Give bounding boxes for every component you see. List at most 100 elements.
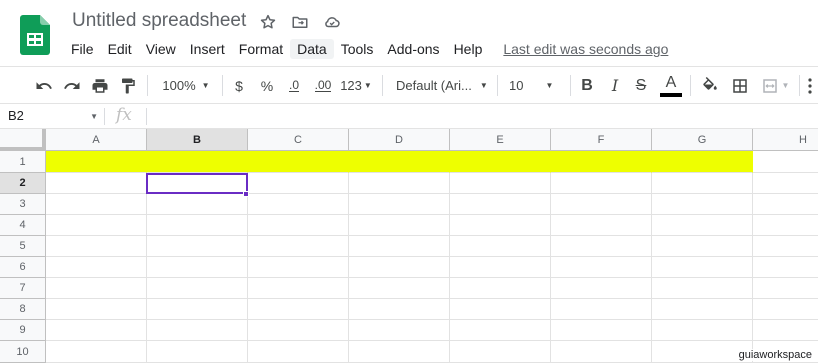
cell-g1[interactable] (652, 151, 753, 173)
zoom-select[interactable]: 100% ▼ (156, 67, 216, 104)
row-header-3[interactable]: 3 (0, 194, 46, 215)
cell-f7[interactable] (551, 278, 652, 299)
cell-f8[interactable] (551, 299, 652, 320)
italic-button[interactable]: I (604, 67, 626, 104)
spreadsheet-grid[interactable]: A B C D E F G H 1 2 3 4 5 6 7 8 9 10 (0, 129, 818, 363)
fill-handle[interactable] (243, 191, 249, 197)
cloud-saved-icon[interactable] (322, 12, 342, 32)
cell-e1[interactable] (450, 151, 551, 173)
cell-e8[interactable] (450, 299, 551, 320)
bold-button[interactable]: B (576, 67, 598, 104)
cell-c2[interactable] (248, 173, 349, 194)
cell-f9[interactable] (551, 320, 652, 341)
font-size-select[interactable]: 10 ▼ (505, 67, 565, 104)
cell-e4[interactable] (450, 215, 551, 236)
redo-icon[interactable] (60, 67, 84, 104)
cell-h8[interactable] (753, 299, 818, 320)
cell-b1[interactable] (147, 151, 248, 173)
percent-format-button[interactable]: % (256, 67, 278, 104)
name-box[interactable]: B2 ▼ (0, 104, 104, 128)
print-icon[interactable] (88, 67, 112, 104)
row-header-1[interactable]: 1 (0, 151, 46, 173)
menu-help[interactable]: Help (447, 39, 490, 59)
column-header-c[interactable]: C (248, 129, 349, 151)
sheets-logo[interactable] (20, 15, 50, 55)
cell-e5[interactable] (450, 236, 551, 257)
menu-edit[interactable]: Edit (101, 39, 139, 59)
cell-f5[interactable] (551, 236, 652, 257)
cell-c7[interactable] (248, 278, 349, 299)
cell-d1[interactable] (349, 151, 450, 173)
cell-b10[interactable] (147, 341, 248, 363)
cell-c5[interactable] (248, 236, 349, 257)
cell-a6[interactable] (46, 257, 147, 278)
menu-tools[interactable]: Tools (334, 39, 381, 59)
column-header-g[interactable]: G (652, 129, 753, 151)
cell-f4[interactable] (551, 215, 652, 236)
row-header-9[interactable]: 9 (0, 320, 46, 341)
cell-h7[interactable] (753, 278, 818, 299)
column-header-e[interactable]: E (450, 129, 551, 151)
menu-add-ons[interactable]: Add-ons (380, 39, 446, 59)
cell-d3[interactable] (349, 194, 450, 215)
cell-g5[interactable] (652, 236, 753, 257)
cell-b2[interactable] (147, 173, 248, 194)
cell-c4[interactable] (248, 215, 349, 236)
cell-d9[interactable] (349, 320, 450, 341)
cell-g2[interactable] (652, 173, 753, 194)
cell-b6[interactable] (147, 257, 248, 278)
move-folder-icon[interactable] (290, 12, 310, 32)
cell-h6[interactable] (753, 257, 818, 278)
increase-decimals-button[interactable]: .00 (310, 67, 336, 104)
menu-view[interactable]: View (139, 39, 183, 59)
cell-h3[interactable] (753, 194, 818, 215)
cell-b4[interactable] (147, 215, 248, 236)
cell-d4[interactable] (349, 215, 450, 236)
cell-e10[interactable] (450, 341, 551, 363)
cell-d2[interactable] (349, 173, 450, 194)
cell-f6[interactable] (551, 257, 652, 278)
cell-b9[interactable] (147, 320, 248, 341)
cell-a5[interactable] (46, 236, 147, 257)
cell-g8[interactable] (652, 299, 753, 320)
column-header-a[interactable]: A (46, 129, 147, 151)
select-all-corner[interactable] (0, 129, 46, 151)
cell-a8[interactable] (46, 299, 147, 320)
cell-e9[interactable] (450, 320, 551, 341)
cell-e3[interactable] (450, 194, 551, 215)
cell-d8[interactable] (349, 299, 450, 320)
borders-icon[interactable] (728, 67, 752, 104)
cell-h9[interactable] (753, 320, 818, 341)
text-color-button[interactable]: A (658, 67, 684, 104)
strikethrough-button[interactable]: S (630, 67, 652, 104)
menu-format[interactable]: Format (232, 39, 290, 59)
row-header-5[interactable]: 5 (0, 236, 46, 257)
cell-a9[interactable] (46, 320, 147, 341)
row-header-4[interactable]: 4 (0, 215, 46, 236)
row-header-8[interactable]: 8 (0, 299, 46, 320)
cell-a3[interactable] (46, 194, 147, 215)
star-icon[interactable] (258, 12, 278, 32)
cell-b3[interactable] (147, 194, 248, 215)
cell-b5[interactable] (147, 236, 248, 257)
cell-d7[interactable] (349, 278, 450, 299)
cell-c10[interactable] (248, 341, 349, 363)
cell-f10[interactable] (551, 341, 652, 363)
row-header-6[interactable]: 6 (0, 257, 46, 278)
cell-a7[interactable] (46, 278, 147, 299)
menu-insert[interactable]: Insert (183, 39, 232, 59)
cell-e7[interactable] (450, 278, 551, 299)
cell-h1[interactable] (753, 151, 818, 173)
currency-format-button[interactable]: $ (228, 67, 250, 104)
row-header-7[interactable]: 7 (0, 278, 46, 299)
column-header-f[interactable]: F (551, 129, 652, 151)
cell-h5[interactable] (753, 236, 818, 257)
last-edit-link[interactable]: Last edit was seconds ago (503, 41, 668, 57)
more-options-icon[interactable] (802, 67, 818, 104)
cell-a2[interactable] (46, 173, 147, 194)
row-header-2[interactable]: 2 (0, 173, 46, 194)
cell-e2[interactable] (450, 173, 551, 194)
fill-color-icon[interactable] (698, 67, 722, 104)
cell-h4[interactable] (753, 215, 818, 236)
cell-h2[interactable] (753, 173, 818, 194)
